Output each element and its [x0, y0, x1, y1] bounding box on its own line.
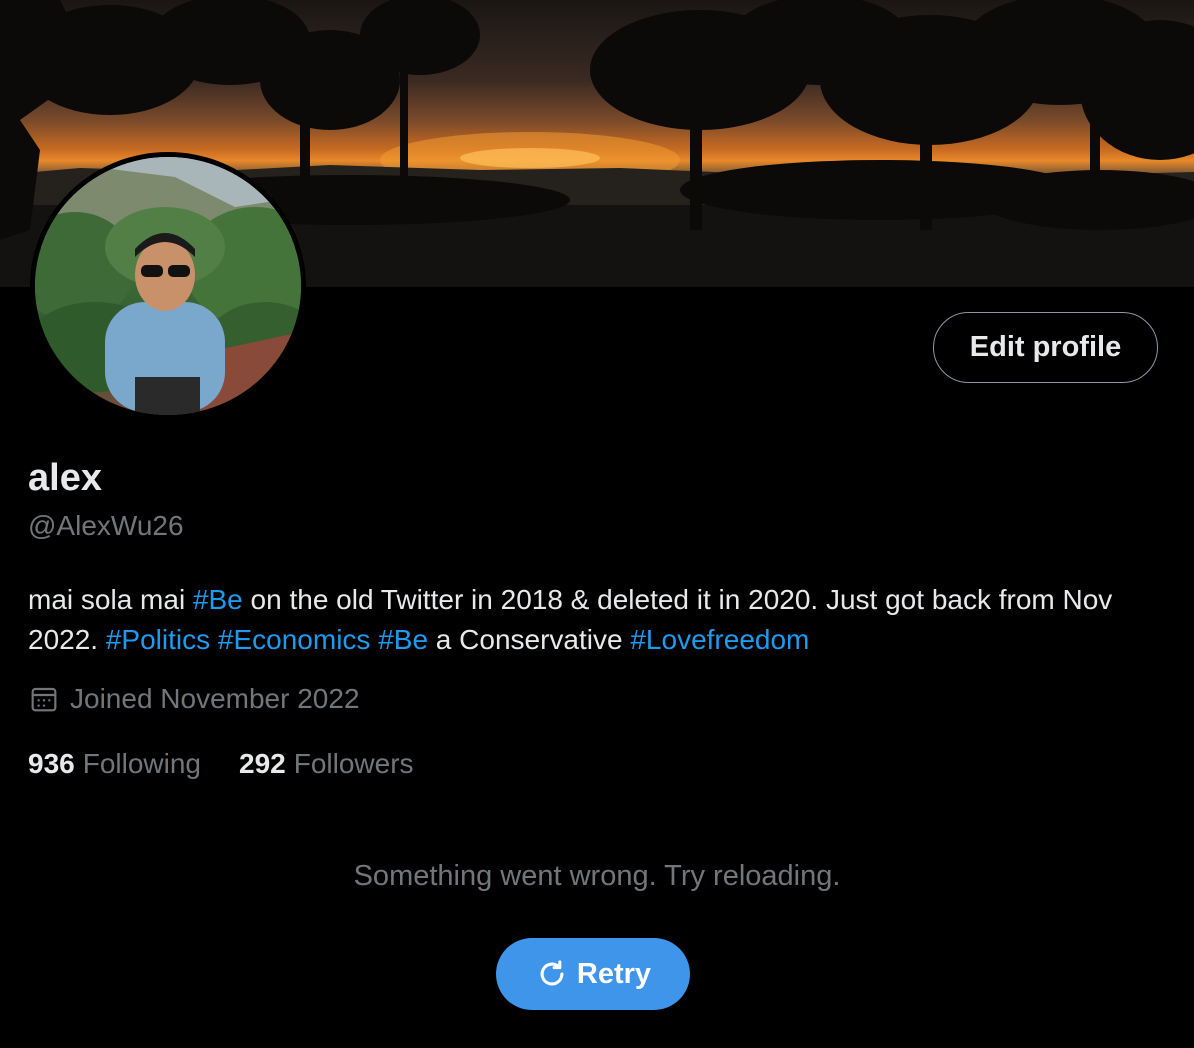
followers-label: Followers: [293, 748, 414, 779]
bio-text: [210, 624, 218, 655]
retry-button[interactable]: Retry: [496, 938, 690, 1010]
edit-profile-button[interactable]: Edit profile: [933, 312, 1158, 383]
profile-bio: mai sola mai #Be on the old Twitter in 2…: [28, 580, 1128, 660]
calendar-icon: [31, 687, 57, 712]
hashtag-link[interactable]: #Economics: [218, 624, 371, 655]
hashtag-link[interactable]: #Politics: [106, 624, 210, 655]
hashtag-link[interactable]: #Be: [378, 624, 428, 655]
hashtag-link[interactable]: #Be: [193, 584, 243, 615]
retry-label: Retry: [576, 957, 652, 990]
followers-count: 292: [239, 748, 286, 779]
user-handle: @AlexWu26: [28, 510, 184, 541]
profile-page: Edit profile alex @AlexWu26 mai sola mai…: [0, 0, 1194, 1048]
hashtag-link[interactable]: #Lovefreedom: [630, 624, 809, 655]
refresh-icon: [540, 960, 564, 986]
profile-avatar[interactable]: [30, 152, 306, 420]
join-date: Joined November 2022: [28, 683, 360, 715]
avatar-photo: [35, 157, 301, 415]
join-date-text: Joined November 2022: [70, 683, 360, 714]
following-count: 936: [28, 748, 75, 779]
display-name: alex: [28, 457, 102, 499]
following-link[interactable]: 936 Following: [28, 748, 201, 780]
profile-stats: 936 Following 292 Followers: [28, 748, 414, 780]
following-label: Following: [82, 748, 201, 779]
followers-link[interactable]: 292 Followers: [239, 748, 414, 780]
bio-text: mai sola mai: [28, 584, 193, 615]
bio-text: a Conservative: [428, 624, 631, 655]
error-message: Something went wrong. Try reloading.: [353, 860, 841, 892]
